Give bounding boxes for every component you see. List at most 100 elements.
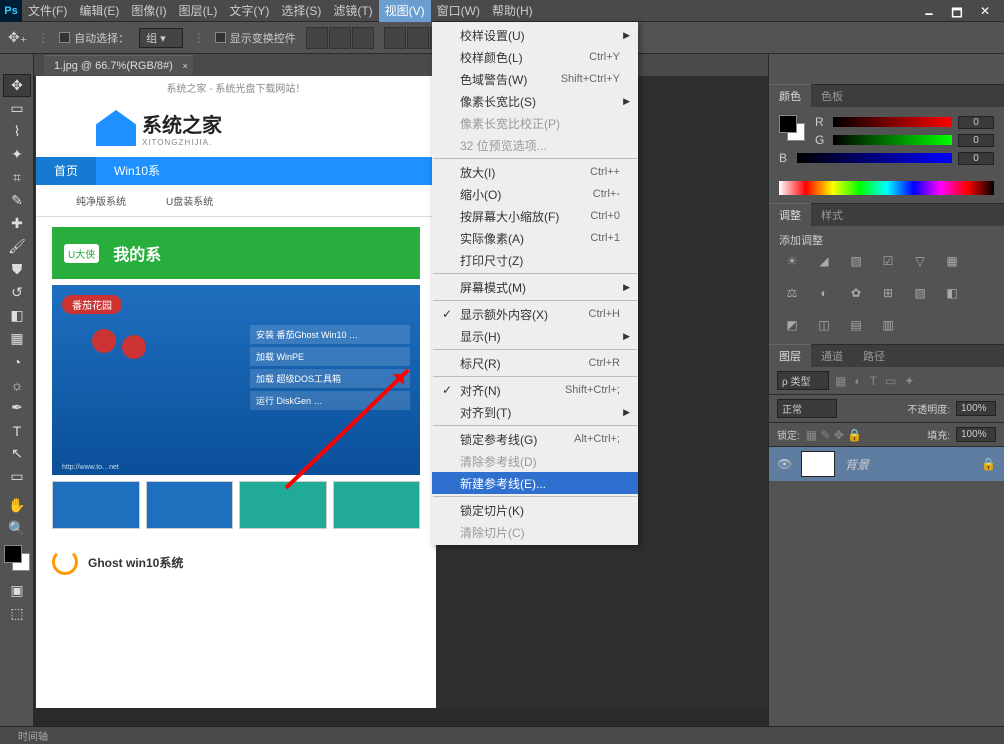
stamp-tool[interactable]: ⛊ — [3, 258, 31, 281]
menu-6[interactable]: 滤镜(T) — [327, 0, 378, 22]
menu-7[interactable]: 视图(V) — [379, 0, 431, 22]
history-brush-tool[interactable]: ↺ — [3, 281, 31, 304]
menu-1[interactable]: 编辑(E) — [73, 0, 125, 22]
document-tab-bar: 1.jpg @ 66.7%(RGB/8#)× — [34, 54, 768, 76]
auto-select-checkbox[interactable]: 自动选择： — [59, 30, 129, 46]
marquee-tool[interactable]: ▭ — [3, 97, 31, 120]
timeline-tab[interactable]: 时间轴 — [18, 728, 48, 743]
menu-item-15[interactable]: ✓显示额外内容(X)Ctrl+H — [432, 303, 638, 325]
close-tab-icon[interactable]: × — [183, 61, 188, 71]
healing-tool[interactable]: ✚ — [3, 212, 31, 235]
blend-mode-select[interactable]: 正常 — [777, 399, 837, 418]
menu-item-13[interactable]: 屏幕模式(M)▶ — [432, 276, 638, 298]
move-tool-icon: ✥₊ — [8, 29, 27, 46]
menu-9[interactable]: 帮助(H) — [486, 0, 539, 22]
layer-name: 背景 — [845, 456, 869, 473]
menu-item-5: 32 位预览选项... — [432, 134, 638, 156]
menu-3[interactable]: 图层(L) — [173, 0, 224, 22]
site-logo-text: 系统之家 — [142, 109, 222, 138]
menu-item-3[interactable]: 像素长宽比(S)▶ — [432, 90, 638, 112]
hand-tool[interactable]: ✋ — [3, 494, 31, 517]
menu-item-7[interactable]: 放大(I)Ctrl++ — [432, 161, 638, 183]
menu-item-0[interactable]: 校样设置(U)▶ — [432, 24, 638, 46]
gradient-tool[interactable]: ▦ — [3, 327, 31, 350]
menu-item-16[interactable]: 显示(H)▶ — [432, 325, 638, 347]
opacity-input[interactable]: 100% — [956, 401, 996, 416]
adjustment-presets[interactable]: ☀◢▨☑▽ ▦⚖◐✿⊞ ▨◧◩◫▤▥ — [769, 254, 1004, 336]
tool-palette: ✥ ▭ ⌇ ✦ ⌗ ✎ ✚ 🖌 ⛊ ↺ ◧ ▦ ◔ ☼ ✒ T ↖ ▭ ✋ 🔍 … — [0, 54, 34, 726]
zoom-tool[interactable]: 🔍 — [3, 517, 31, 540]
color-tab[interactable]: 颜色 — [769, 84, 811, 107]
brush-tool[interactable]: 🖌 — [3, 235, 31, 258]
page-breadcrumb: 系统之家 - 系统光盘下载网站！ — [36, 76, 436, 99]
bottom-bar: 时间轴 — [0, 726, 1004, 744]
canvas[interactable]: 系统之家 - 系统光盘下载网站！ 系统之家 XITONGZHIJIA. 首页Wi… — [36, 76, 436, 708]
document-tab[interactable]: 1.jpg @ 66.7%(RGB/8#)× — [44, 55, 193, 75]
r-input[interactable]: 0 — [958, 116, 994, 129]
menu-0[interactable]: 文件(F) — [22, 0, 73, 22]
crop-tool[interactable]: ⌗ — [3, 166, 31, 189]
layers-panel: 图层 通道 路径 ρ 类型 ▦◐T▭✦ 正常 不透明度: 100% 锁定: ▦ … — [769, 344, 1004, 726]
fill-input[interactable]: 100% — [956, 427, 996, 442]
menu-4[interactable]: 文字(Y) — [223, 0, 275, 22]
menu-item-27[interactable]: 锁定切片(K) — [432, 499, 638, 521]
eraser-tool[interactable]: ◧ — [3, 304, 31, 327]
layer-row[interactable]: 👁 背景 🔒 — [769, 447, 1004, 481]
visibility-toggle-icon[interactable]: 👁 — [777, 457, 791, 471]
menu-5[interactable]: 选择(S) — [275, 0, 327, 22]
menu-item-10[interactable]: 实际像素(A)Ctrl+1 — [432, 227, 638, 249]
r-slider[interactable] — [833, 117, 952, 127]
layer-filter-kind[interactable]: ρ 类型 — [777, 371, 829, 390]
dodge-tool[interactable]: ☼ — [3, 373, 31, 396]
magic-wand-tool[interactable]: ✦ — [3, 143, 31, 166]
menu-item-1[interactable]: 校样颜色(L)Ctrl+Y — [432, 46, 638, 68]
menu-2[interactable]: 图像(I) — [125, 0, 172, 22]
show-transform-checkbox[interactable]: 显示变换控件 — [215, 30, 296, 46]
adjustments-tab[interactable]: 调整 — [769, 203, 811, 226]
move-tool[interactable]: ✥ — [3, 74, 31, 97]
menu-item-18[interactable]: 标尺(R)Ctrl+R — [432, 352, 638, 374]
window-controls: 🗕 🗖 ✕ — [910, 4, 1004, 18]
screenmode-button[interactable]: ⬚ — [3, 602, 31, 625]
paths-tab[interactable]: 路径 — [853, 345, 895, 367]
colors-swatch[interactable] — [3, 546, 31, 569]
menu-item-2[interactable]: 色域警告(W)Shift+Ctrl+Y — [432, 68, 638, 90]
menu-item-25[interactable]: 新建参考线(E)... — [432, 472, 638, 494]
channels-tab[interactable]: 通道 — [811, 345, 853, 367]
app-icon: Ps — [0, 0, 22, 22]
right-panels: 颜色 色板 R0 G0 B0 调整 样式 添加调整 ☀◢▨☑▽ ▦⚖◐✿⊞ ▨◧… — [768, 54, 1004, 726]
styles-tab[interactable]: 样式 — [811, 204, 853, 226]
maximize-button[interactable]: 🗖 — [948, 4, 966, 18]
menu-item-9[interactable]: 按屏幕大小缩放(F)Ctrl+0 — [432, 205, 638, 227]
type-tool[interactable]: T — [3, 419, 31, 442]
lock-icon: 🔒 — [981, 457, 996, 471]
quickmask-button[interactable]: ▣ — [3, 579, 31, 602]
lasso-tool[interactable]: ⌇ — [3, 120, 31, 143]
g-input[interactable]: 0 — [958, 134, 994, 147]
layers-tab[interactable]: 图层 — [769, 344, 811, 367]
b-slider[interactable] — [797, 153, 952, 163]
close-button[interactable]: ✕ — [976, 4, 994, 18]
menu-item-21[interactable]: 对齐到(T)▶ — [432, 401, 638, 423]
auto-select-dropdown[interactable]: 组 ▾ — [139, 28, 183, 48]
minimize-button[interactable]: 🗕 — [920, 4, 938, 18]
menu-item-24: 清除参考线(D) — [432, 450, 638, 472]
pen-tool[interactable]: ✒ — [3, 396, 31, 419]
align-icons[interactable] — [306, 27, 374, 49]
path-select-tool[interactable]: ↖ — [3, 442, 31, 465]
view-menu-dropdown: 校样设置(U)▶校样颜色(L)Ctrl+Y色域警告(W)Shift+Ctrl+Y… — [432, 22, 638, 545]
b-input[interactable]: 0 — [958, 152, 994, 165]
menu-item-23[interactable]: 锁定参考线(G)Alt+Ctrl+; — [432, 428, 638, 450]
shape-tool[interactable]: ▭ — [3, 465, 31, 488]
menu-item-11[interactable]: 打印尺寸(Z) — [432, 249, 638, 271]
g-slider[interactable] — [833, 135, 952, 145]
eyedropper-tool[interactable]: ✎ — [3, 189, 31, 212]
menu-item-4: 像素长宽比校正(P) — [432, 112, 638, 134]
menubar: 文件(F)编辑(E)图像(I)图层(L)文字(Y)选择(S)滤镜(T)视图(V)… — [22, 0, 910, 22]
spectrum-picker[interactable] — [779, 181, 994, 195]
menu-item-8[interactable]: 缩小(O)Ctrl+- — [432, 183, 638, 205]
menu-8[interactable]: 窗口(W) — [431, 0, 486, 22]
menu-item-20[interactable]: ✓对齐(N)Shift+Ctrl+; — [432, 379, 638, 401]
swatches-tab[interactable]: 色板 — [811, 85, 853, 107]
blur-tool[interactable]: ◔ — [3, 350, 31, 373]
